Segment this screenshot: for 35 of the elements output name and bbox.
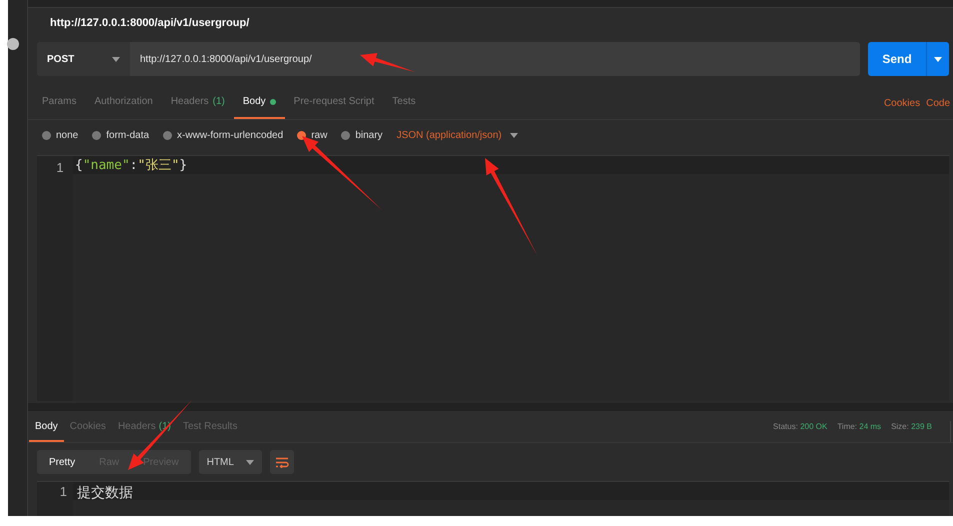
caret-icon	[112, 56, 120, 62]
format-dropdown[interactable]: HTML	[198, 450, 262, 474]
request-tab[interactable]: Tests	[383, 94, 425, 119]
response-tab[interactable]: Body	[29, 419, 64, 442]
view-mode-tab[interactable]: Pretty	[37, 450, 88, 474]
request-tab[interactable]: Pre-request Script	[284, 94, 384, 119]
code-editor[interactable]: 1 {"name":"张三"}	[37, 155, 949, 401]
link[interactable]: Code	[923, 96, 953, 119]
request-tab[interactable]: Authorization	[85, 94, 162, 119]
line-number: 1	[60, 483, 67, 501]
response-stat: Size: 239 B	[891, 421, 932, 433]
response-stat: Status: 200 OK	[773, 421, 828, 433]
response-stat: Time: 24 ms	[837, 421, 882, 433]
window-title: http://127.0.0.1:8000/api/v1/usergroup/	[49, 16, 250, 31]
method-dropdown[interactable]: POST	[37, 42, 130, 76]
link[interactable]: Cookies	[880, 96, 924, 119]
body-mode-radio[interactable]: binary	[341, 128, 383, 142]
caret-icon	[510, 132, 518, 138]
request-tab[interactable]: Params	[33, 94, 86, 119]
send-options-button[interactable]	[926, 42, 949, 76]
body-mode-radio[interactable]: form-data	[92, 128, 150, 142]
request-tab[interactable]: Body	[234, 94, 285, 119]
url-field[interactable]: POST http://127.0.0.1:8000/api/v1/usergroup/	[37, 42, 860, 76]
body-mode-radio[interactable]: none	[42, 128, 78, 142]
wrap-icon	[274, 456, 289, 468]
wrap-button[interactable]	[270, 450, 294, 474]
content-type-dropdown[interactable]: JSON (application/json)	[396, 128, 518, 142]
caret-icon	[934, 56, 942, 62]
annotation-arrow	[360, 53, 415, 72]
caret-icon	[246, 460, 254, 464]
request-tab[interactable]: Headers (1)	[162, 94, 234, 119]
line-number: 1	[56, 159, 64, 177]
send-button[interactable]: Send	[868, 42, 926, 76]
body-mode-radio[interactable]: x-www-form-urlencoded	[163, 128, 284, 142]
scroll-handle-icon	[6, 38, 18, 50]
